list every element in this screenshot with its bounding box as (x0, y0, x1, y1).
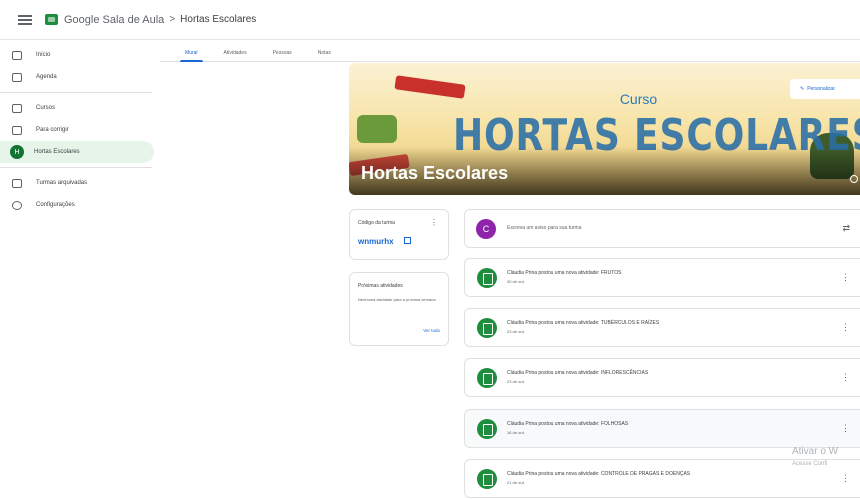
class-code-value: wnmurhx (358, 237, 394, 246)
archive-icon (12, 178, 22, 188)
folder-icon (12, 125, 22, 135)
info-icon[interactable] (850, 175, 858, 183)
class-code-label: Código da turma (358, 220, 395, 226)
assignment-icon (477, 469, 497, 489)
sidebar-item-label: Agenda (36, 74, 57, 80)
more-vert-icon[interactable]: ⋮ (841, 473, 850, 484)
post-text: Cláudia Prina postou uma nova atividade:… (507, 421, 629, 427)
banner-curso-label: Curso (619, 91, 658, 107)
home-icon (12, 50, 22, 60)
sidebar-item-cursos[interactable]: Cursos (0, 97, 154, 119)
more-vert-icon[interactable]: ⋮ (430, 218, 438, 227)
post-date: 23 de out. (507, 329, 525, 334)
more-vert-icon[interactable]: ⋮ (841, 372, 850, 383)
class-avatar: H (10, 145, 24, 159)
post-text: Cláudia Prina postou uma nova atividade:… (507, 471, 691, 477)
gear-icon (12, 200, 22, 210)
pencil-icon: ✎ (800, 86, 805, 92)
personalize-button[interactable]: ✎ Personalizar (790, 79, 860, 99)
post-text: Cláudia Prina postou uma nova atividade:… (507, 270, 622, 276)
sharpener-illustration (357, 115, 397, 143)
main-menu-icon[interactable] (18, 14, 32, 25)
activation-watermark: Ativar o W Acesse Confi (792, 446, 838, 470)
fullscreen-icon[interactable] (404, 237, 411, 244)
class-banner: Curso HORTAS ESCOLARES Hortas Escolares … (349, 63, 860, 195)
stream-post[interactable]: Cláudia Prina postou uma nova atividade:… (464, 409, 860, 448)
post-date: 23 de out. (507, 379, 525, 384)
view-all-link[interactable]: Ver tudo (423, 328, 440, 333)
personalize-label: Personalizar (807, 86, 835, 92)
sidebar-item-label: Turmas arquivadas (36, 180, 88, 186)
sidebar-item-label: Início (36, 52, 51, 58)
sidebar-item-inicio[interactable]: Início (0, 44, 154, 66)
sidebar-item-hortas-escolares[interactable]: H Hortas Escolares (0, 141, 154, 163)
sidebar-item-turmas-arquivadas[interactable]: Turmas arquivadas (0, 172, 154, 194)
announce-box[interactable]: C Escreva um aviso para sua turma ⇄ (464, 209, 860, 248)
avatar: C (476, 219, 496, 239)
upcoming-title: Próximas atividades (358, 283, 403, 289)
app-title[interactable]: Google Sala de Aula (64, 14, 164, 26)
stream-post[interactable]: Cláudia Prina postou uma nova atividade:… (464, 258, 860, 297)
sidebar-divider (0, 92, 152, 93)
post-date: 21 de out. (507, 480, 525, 485)
sidebar-item-label: Configurações (36, 202, 75, 208)
sidebar-item-label: Hortas Escolares (34, 149, 80, 155)
watermark-line-1: Ativar o W (792, 446, 839, 457)
sidebar-item-label: Cursos (36, 105, 56, 111)
sidebar-divider (0, 167, 152, 168)
assignment-icon (477, 268, 497, 288)
people-icon (12, 103, 22, 113)
more-vert-icon[interactable]: ⋮ (841, 272, 850, 283)
post-text: Cláudia Prina postou uma nova atividade:… (507, 370, 649, 376)
calendar-icon (12, 72, 22, 82)
tab-notas[interactable]: Notas (305, 40, 344, 61)
more-vert-icon[interactable]: ⋮ (841, 322, 850, 333)
assignment-icon (477, 368, 497, 388)
class-tabs: Mural Atividades Pessoas Notas (160, 40, 860, 62)
assignment-icon (477, 419, 497, 439)
breadcrumb-separator: > (169, 14, 176, 25)
class-code-card: Código da turma ⋮ wnmurhx (349, 209, 449, 260)
upcoming-card: Próximas atividades Nenhuma atividade pa… (349, 272, 449, 346)
class-title: Hortas Escolares (361, 163, 509, 183)
watermark-line-2: Acesse Confi (792, 461, 828, 467)
top-app-bar: Google Sala de Aula > Hortas Escolares (0, 0, 860, 40)
breadcrumb-class-name[interactable]: Hortas Escolares (180, 14, 256, 25)
upcoming-text: Nenhuma atividade para a próxima semana (358, 297, 436, 302)
tab-pessoas[interactable]: Pessoas (260, 40, 305, 61)
post-date: 16 de out. (507, 430, 525, 435)
repost-icon[interactable]: ⇄ (842, 223, 850, 234)
stream-post[interactable]: Cláudia Prina postou uma nova atividade:… (464, 308, 860, 347)
classroom-logo-icon[interactable] (45, 14, 58, 25)
stream-post[interactable]: Cláudia Prina postou uma nova atividade:… (464, 358, 860, 397)
sidebar-item-configuracoes[interactable]: Configurações (0, 194, 154, 216)
tab-atividades[interactable]: Atividades (211, 40, 260, 61)
sidebar-item-label: Para corrigir (36, 127, 69, 133)
assignment-icon (477, 318, 497, 338)
post-date: 30 de out. (507, 279, 525, 284)
announce-input[interactable]: Escreva um aviso para sua turma (507, 225, 581, 231)
tab-mural[interactable]: Mural (172, 40, 211, 62)
more-vert-icon[interactable]: ⋮ (841, 423, 850, 434)
sidebar-item-para-corrigir[interactable]: Para corrigir (0, 119, 154, 141)
post-text: Cláudia Prina postou uma nova atividade:… (507, 320, 660, 326)
sidebar: Início Agenda Cursos Para corrigir H Hor… (0, 44, 160, 216)
sidebar-item-agenda[interactable]: Agenda (0, 66, 154, 88)
